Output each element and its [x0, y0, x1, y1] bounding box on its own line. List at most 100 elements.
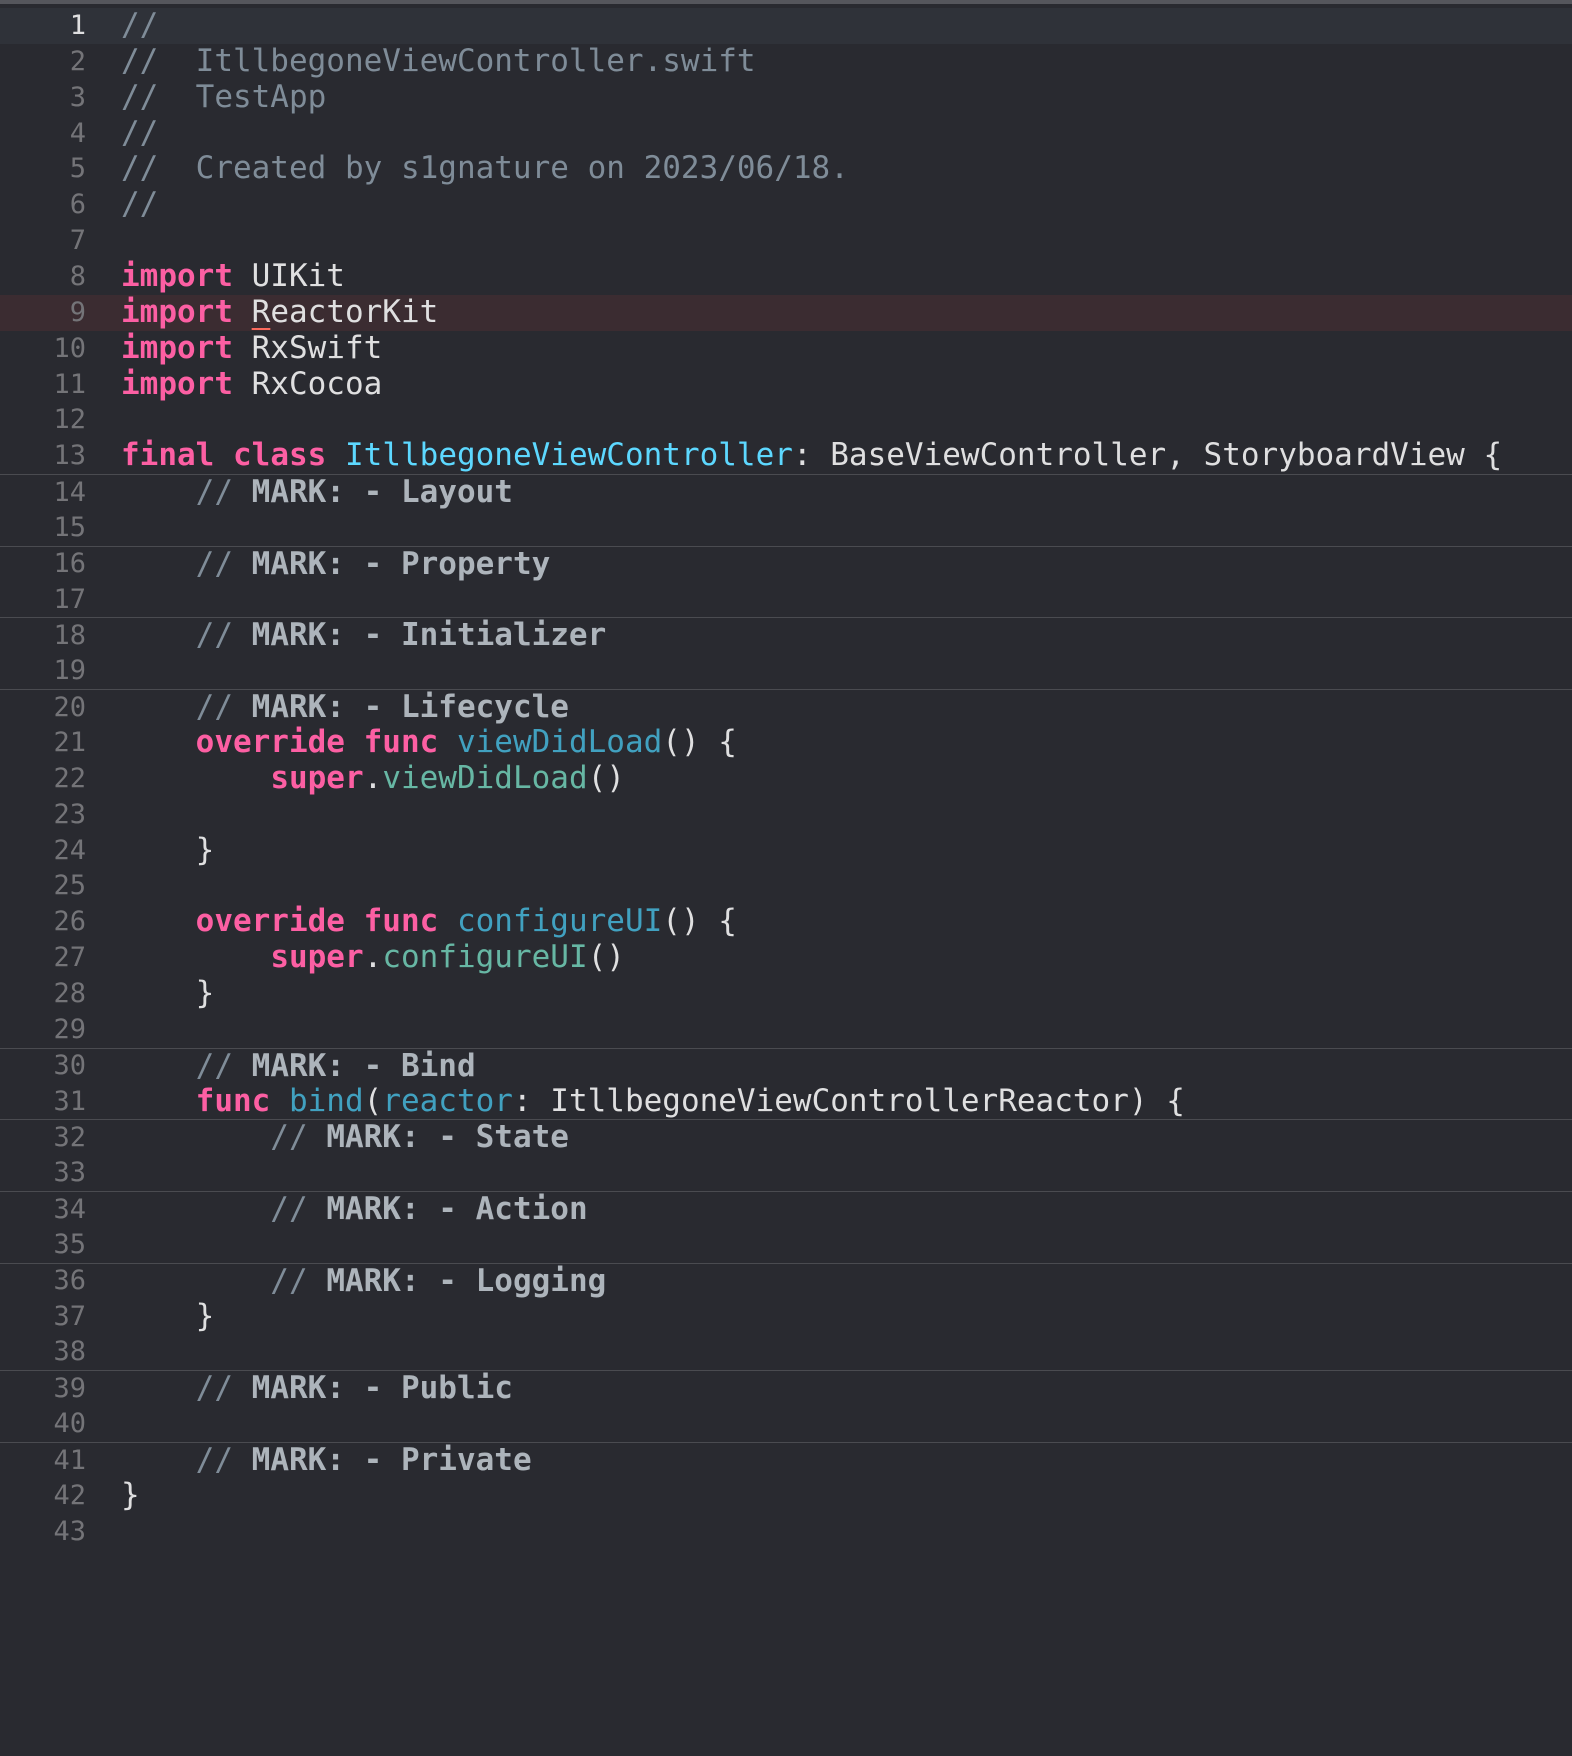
line-number[interactable]: 38 [0, 1334, 86, 1370]
line-number[interactable]: 2 [0, 44, 86, 80]
code-text[interactable]: import ReactorKit [121, 294, 438, 331]
line-number[interactable]: 7 [0, 223, 86, 259]
line-number[interactable]: 8 [0, 259, 86, 295]
code-line-20[interactable]: 20 // MARK: - Lifecycle [0, 689, 1572, 725]
code-text[interactable]: import RxSwift [121, 330, 382, 367]
code-text[interactable]: // MARK: - Public [121, 1370, 513, 1407]
code-line-15[interactable]: 15 [0, 510, 1572, 546]
code-line-36[interactable]: 36 // MARK: - Logging [0, 1262, 1572, 1300]
line-number[interactable]: 29 [0, 1012, 86, 1048]
code-line-34[interactable]: 34 // MARK: - Action [0, 1191, 1572, 1227]
code-text[interactable]: import RxCocoa [121, 366, 382, 403]
code-line-29[interactable]: 29 [0, 1012, 1572, 1048]
code-line-14[interactable]: 14 // MARK: - Layout [0, 474, 1572, 510]
code-text[interactable]: // [121, 186, 158, 223]
line-number[interactable]: 22 [0, 761, 86, 797]
code-line-28[interactable]: 28 } [0, 975, 1572, 1012]
line-number[interactable]: 43 [0, 1514, 86, 1550]
code-text[interactable]: } [121, 832, 215, 869]
code-line-21[interactable]: 21 override func viewDidLoad() { [0, 724, 1572, 761]
code-line-1[interactable]: 1 // [0, 7, 1572, 44]
line-number[interactable]: 27 [0, 940, 86, 976]
code-line-24[interactable]: 24 } [0, 832, 1572, 869]
code-line-8[interactable]: 8 import UIKit [0, 258, 1572, 295]
code-text[interactable]: // MARK: - Action [121, 1191, 587, 1228]
code-line-10[interactable]: 10 import RxSwift [0, 330, 1572, 367]
line-number[interactable]: 41 [0, 1443, 86, 1479]
line-number[interactable]: 4 [0, 116, 86, 152]
line-number[interactable]: 28 [0, 976, 86, 1012]
code-text[interactable]: // MARK: - Lifecycle [121, 689, 569, 726]
line-number[interactable]: 20 [0, 690, 86, 726]
code-line-13[interactable]: 13 final class ItllbegoneViewController: … [0, 437, 1572, 474]
code-line-25[interactable]: 25 [0, 868, 1572, 904]
line-number[interactable]: 3 [0, 80, 86, 116]
code-text[interactable]: } [121, 1298, 215, 1335]
code-line-7[interactable]: 7 [0, 223, 1572, 259]
code-text[interactable]: // MARK: - Layout [121, 474, 513, 511]
line-number[interactable]: 32 [0, 1120, 86, 1156]
line-number[interactable]: 35 [0, 1227, 86, 1263]
line-number[interactable]: 18 [0, 618, 86, 654]
line-number[interactable]: 34 [0, 1192, 86, 1228]
code-line-16[interactable]: 16 // MARK: - Property [0, 545, 1572, 582]
code-editor[interactable]: 1 // 2 // ItllbegoneViewController.swift 3 //… [0, 0, 1572, 1756]
line-number[interactable]: 1 [0, 8, 86, 44]
line-number[interactable]: 21 [0, 725, 86, 761]
line-number[interactable]: 30 [0, 1048, 86, 1084]
code-text[interactable]: // [121, 115, 158, 152]
code-text[interactable]: // TestApp [121, 79, 326, 116]
code-line-19[interactable]: 19 [0, 653, 1572, 689]
code-line-40[interactable]: 40 [0, 1406, 1572, 1442]
line-number[interactable]: 40 [0, 1406, 86, 1442]
code-line-5[interactable]: 5 // Created by s1gnature on 2023/06/18. [0, 150, 1572, 187]
line-number[interactable]: 6 [0, 187, 86, 223]
line-number[interactable]: 9 [0, 295, 86, 331]
code-text[interactable]: final class ItllbegoneViewController: Ba… [121, 437, 1502, 474]
code-line-6[interactable]: 6 // [0, 186, 1572, 223]
code-text[interactable]: func bind(reactor: ItllbegoneViewControl… [121, 1083, 1185, 1120]
code-line-18[interactable]: 18 // MARK: - Initializer [0, 617, 1572, 653]
line-number[interactable]: 24 [0, 833, 86, 869]
code-line-32[interactable]: 32 // MARK: - State [0, 1119, 1572, 1155]
code-line-12[interactable]: 12 [0, 402, 1572, 438]
code-line-39[interactable]: 39 // MARK: - Public [0, 1370, 1572, 1406]
line-number[interactable]: 31 [0, 1084, 86, 1120]
line-number[interactable]: 42 [0, 1478, 86, 1514]
line-number[interactable]: 14 [0, 475, 86, 511]
code-text[interactable]: super.viewDidLoad() [121, 760, 625, 797]
code-text[interactable]: override func configureUI() { [121, 903, 737, 940]
code-line-4[interactable]: 4 // [0, 115, 1572, 152]
line-number[interactable]: 37 [0, 1299, 86, 1335]
line-number[interactable]: 36 [0, 1263, 86, 1299]
line-number[interactable]: 25 [0, 868, 86, 904]
code-line-37[interactable]: 37 } [0, 1298, 1572, 1335]
code-text[interactable]: import UIKit [121, 258, 345, 295]
line-number[interactable]: 17 [0, 582, 86, 618]
code-line-22[interactable]: 22 super.viewDidLoad() [0, 760, 1572, 797]
code-line-33[interactable]: 33 [0, 1155, 1572, 1191]
code-text[interactable]: // ItllbegoneViewController.swift [121, 43, 756, 80]
code-text[interactable]: // MARK: - Bind [121, 1048, 476, 1085]
code-line-27[interactable]: 27 super.configureUI() [0, 939, 1572, 976]
code-text[interactable]: // MARK: - Logging [121, 1263, 606, 1300]
code-line-43[interactable]: 43 [0, 1514, 1572, 1550]
code-text[interactable]: } [121, 975, 215, 1012]
line-number[interactable]: 23 [0, 797, 86, 833]
code-text[interactable]: override func viewDidLoad() { [121, 724, 737, 761]
code-line-38[interactable]: 38 [0, 1334, 1572, 1370]
line-number[interactable]: 26 [0, 904, 86, 940]
code-text[interactable]: // MARK: - Private [121, 1442, 532, 1479]
code-text[interactable]: // Created by s1gnature on 2023/06/18. [121, 150, 849, 187]
line-number[interactable]: 5 [0, 151, 86, 187]
code-line-26[interactable]: 26 override func configureUI() { [0, 903, 1572, 940]
line-number[interactable]: 15 [0, 510, 86, 546]
line-number[interactable]: 10 [0, 331, 86, 367]
line-number[interactable]: 12 [0, 402, 86, 438]
code-text[interactable]: // MARK: - State [121, 1119, 569, 1156]
code-line-2[interactable]: 2 // ItllbegoneViewController.swift [0, 43, 1572, 80]
code-line-42[interactable]: 42} [0, 1477, 1572, 1514]
line-number[interactable]: 33 [0, 1155, 86, 1191]
line-number[interactable]: 13 [0, 438, 86, 474]
code-line-9[interactable]: 9 import ReactorKit [0, 294, 1572, 331]
